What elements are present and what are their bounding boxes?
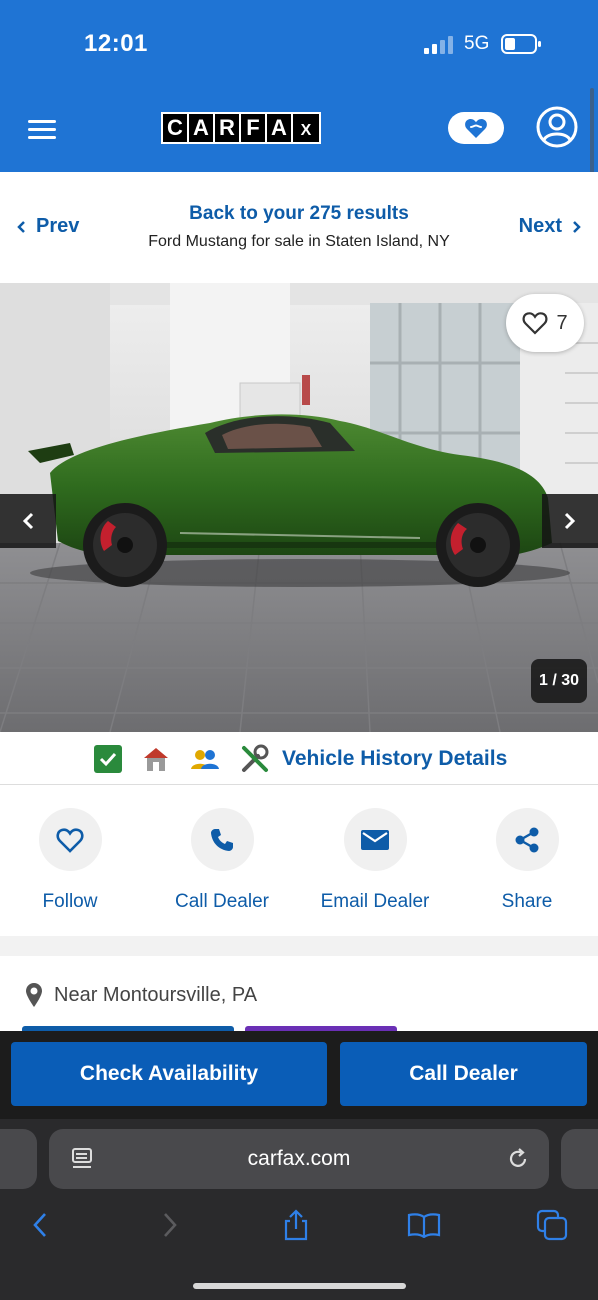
browser-back-button[interactable]	[20, 1207, 60, 1243]
next-link[interactable]: Next	[519, 215, 582, 238]
email-circle	[343, 808, 407, 871]
logo-letter: R	[215, 114, 241, 142]
next-tab-stub[interactable]	[561, 1129, 598, 1189]
heart-outline-icon	[522, 312, 548, 335]
book-icon	[407, 1213, 441, 1238]
previous-tab-stub[interactable]	[0, 1129, 37, 1189]
account-button[interactable]	[536, 106, 578, 148]
status-time: 12:01	[84, 30, 148, 57]
heart-icon	[56, 827, 84, 853]
phone-icon	[211, 828, 233, 851]
heart-icon	[465, 118, 487, 138]
house-icon	[144, 748, 168, 771]
carfax-logo[interactable]: C A R F A X	[161, 112, 321, 144]
owners-icon	[191, 750, 219, 769]
next-label: Next	[518, 215, 562, 237]
chevron-right-icon	[164, 1213, 177, 1237]
location-text: Near Montoursville, PA	[54, 983, 258, 1006]
call-circle	[190, 808, 254, 871]
share-icon	[284, 1209, 308, 1241]
share-icon	[515, 827, 539, 852]
follow-button[interactable]: Follow	[0, 808, 146, 913]
url-text: carfax.com	[247, 1147, 351, 1170]
call-dealer-action-button[interactable]: Call Dealer	[146, 808, 298, 913]
home-indicator[interactable]	[193, 1283, 406, 1289]
check-availability-button[interactable]: Check Availability	[11, 1042, 327, 1106]
vehicle-history-link[interactable]: Vehicle History Details	[282, 747, 507, 771]
share-label: Share	[501, 891, 553, 912]
tabs-icon	[536, 1209, 568, 1241]
user-icon	[536, 106, 578, 148]
follow-label: Follow	[42, 891, 98, 912]
browser-share-button[interactable]	[276, 1207, 316, 1243]
reload-icon[interactable]	[507, 1147, 529, 1171]
email-dealer-button[interactable]: Email Dealer	[299, 808, 451, 913]
signal-icon	[424, 36, 456, 54]
chevron-left-icon	[33, 1213, 46, 1237]
logo-letter: F	[241, 114, 267, 142]
app-header: 12:01 5G C A R F A X	[0, 0, 598, 172]
vehicle-photo[interactable]	[0, 283, 598, 732]
clean-title-check-icon	[94, 745, 122, 773]
favorites-button[interactable]	[448, 112, 504, 144]
photo-next-button[interactable]	[542, 494, 598, 548]
section-divider	[0, 936, 598, 956]
logo-letter: A	[189, 114, 215, 142]
call-dealer-button[interactable]: Call Dealer	[340, 1042, 587, 1106]
tabs-button[interactable]	[532, 1207, 572, 1243]
email-dealer-label: Email Dealer	[320, 891, 430, 912]
battery-icon	[501, 34, 542, 54]
photo-counter: 1 / 30	[531, 659, 587, 703]
bookmarks-button[interactable]	[404, 1207, 444, 1243]
action-row: Follow Call Dealer Email Dealer Share	[0, 786, 598, 936]
mail-icon	[361, 829, 389, 850]
logo-letter: X	[293, 114, 319, 142]
dealer-location: Near Montoursville, PA	[24, 982, 257, 1008]
share-circle	[495, 808, 559, 871]
logo-letter: A	[267, 114, 293, 142]
map-pin-icon	[26, 983, 42, 1007]
save-vehicle-button[interactable]: 7	[506, 294, 584, 352]
back-to-results-link[interactable]: Back to your 275 results	[0, 203, 598, 225]
chevron-left-icon	[22, 512, 34, 530]
address-bar[interactable]: carfax.com	[49, 1129, 549, 1189]
call-dealer-label: Call Dealer	[175, 891, 269, 912]
vehicle-history-bar[interactable]: Vehicle History Details	[0, 732, 598, 785]
follow-circle	[38, 808, 102, 871]
results-navigation: Prev Back to your 275 results Ford Musta…	[0, 172, 598, 282]
save-count: 7	[556, 311, 568, 334]
chevron-right-icon	[573, 220, 581, 233]
tools-icon	[242, 744, 269, 772]
hamburger-menu-button[interactable]	[28, 118, 58, 140]
logo-letter: C	[163, 114, 189, 142]
chevron-right-icon	[564, 512, 576, 530]
sticky-cta-bar: Check Availability Call Dealer	[0, 1031, 598, 1119]
share-button[interactable]: Share	[451, 808, 598, 913]
photo-prev-button[interactable]	[0, 494, 56, 548]
browser-forward-button[interactable]	[150, 1207, 190, 1243]
browser-chrome: carfax.com	[0, 1119, 598, 1300]
network-label: 5G	[464, 33, 490, 54]
search-subtitle: Ford Mustang for sale in Staten Island, …	[148, 233, 450, 250]
